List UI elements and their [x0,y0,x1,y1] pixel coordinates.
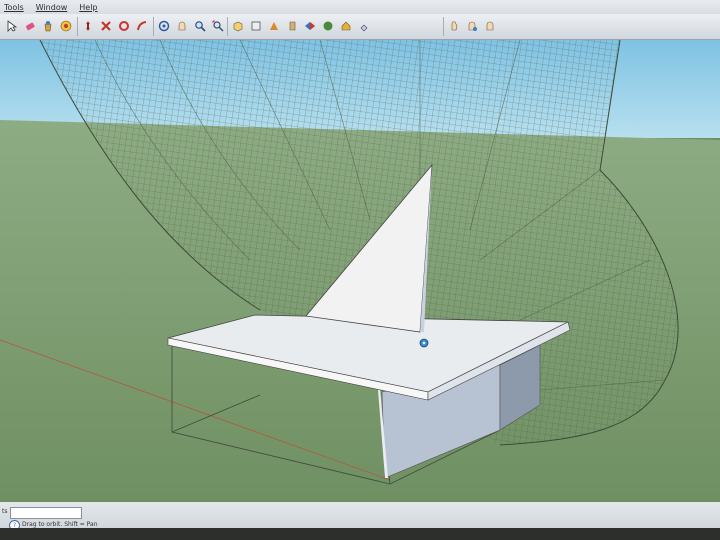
zoom-extents-icon[interactable] [210,18,226,34]
orbit-cursor-icon [419,338,429,348]
measurements-box[interactable] [10,507,82,519]
3d-viewport[interactable] [0,40,720,502]
look-around-icon[interactable] [464,18,480,34]
scale-icon[interactable] [116,18,132,34]
components-icon[interactable] [356,18,372,34]
monitor-bezel [0,528,720,540]
zoom-icon[interactable] [192,18,208,34]
pan-icon[interactable] [174,18,190,34]
position-camera-icon[interactable] [482,18,498,34]
move-icon[interactable] [80,18,96,34]
rotate-icon[interactable] [98,18,114,34]
walk-icon[interactable] [446,18,462,34]
paint-bucket-icon[interactable] [40,18,56,34]
sketchup-window: Tools Window Help ts ? Drag to orbit. Sh… [0,0,720,540]
top-view-icon[interactable] [248,18,264,34]
measurements-label: ts [2,508,8,515]
menu-bar: Tools Window Help [0,0,720,14]
orbit-icon[interactable] [156,18,172,34]
eraser-icon[interactable] [22,18,38,34]
menu-tools[interactable]: Tools [4,3,24,12]
status-hint: Drag to orbit. Shift = Pan [22,521,98,528]
left-view-icon[interactable] [320,18,336,34]
select-arrow-icon[interactable] [4,18,20,34]
menu-window[interactable]: Window [36,3,68,12]
menu-help[interactable]: Help [79,3,97,12]
push-pull-icon[interactable] [58,18,74,34]
back-view-icon[interactable] [302,18,318,34]
3d-warehouse-icon[interactable] [338,18,354,34]
toolbar [0,14,720,40]
front-view-icon[interactable] [266,18,282,34]
right-view-icon[interactable] [284,18,300,34]
iso-view-icon[interactable] [230,18,246,34]
follow-me-icon[interactable] [134,18,150,34]
